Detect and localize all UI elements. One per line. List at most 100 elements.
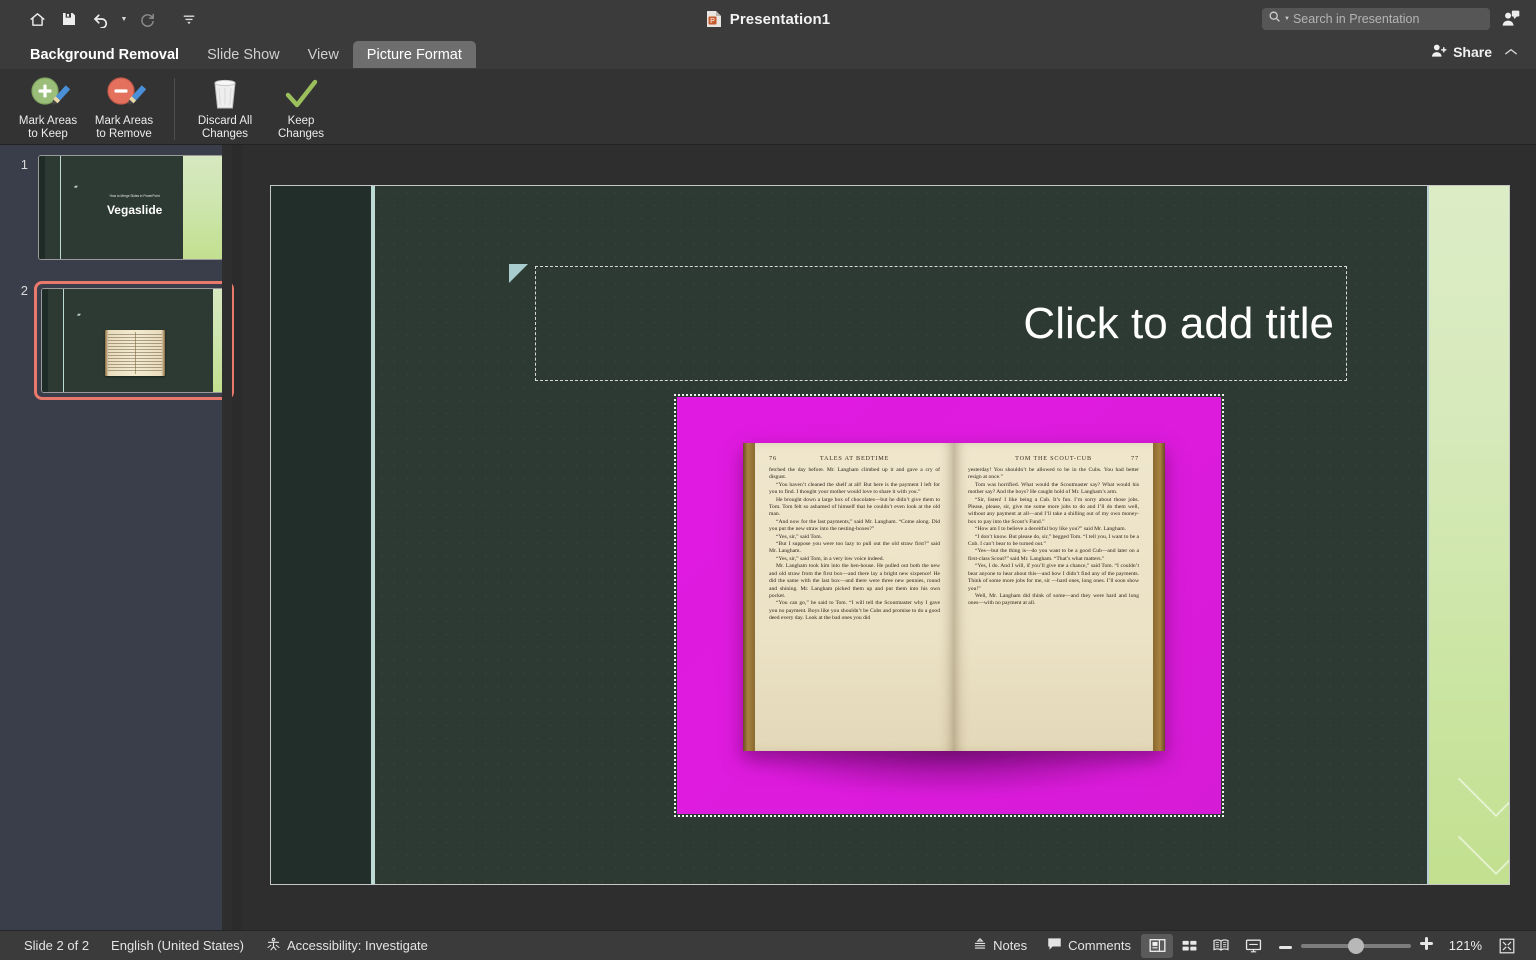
right-page-body: yesterday! You shouldn’t be allowed to b… bbox=[968, 467, 1139, 608]
comment-bubble-icon bbox=[1047, 937, 1062, 954]
slide-accent-line bbox=[371, 186, 375, 884]
status-bar: Slide 2 of 2 English (United States) Acc… bbox=[0, 930, 1536, 960]
notes-icon bbox=[973, 937, 987, 954]
undo-icon[interactable] bbox=[86, 6, 116, 32]
left-page-paragraph: Mr. Langham took him into the hen-house.… bbox=[769, 563, 940, 599]
fit-slide-icon[interactable] bbox=[1492, 934, 1522, 958]
thumbnail-slide-2[interactable]: 2 ▰ bbox=[6, 281, 234, 400]
slide-indicator[interactable]: Slide 2 of 2 bbox=[24, 938, 89, 953]
tab-view[interactable]: View bbox=[294, 41, 353, 68]
minus-icon[interactable] bbox=[1279, 938, 1292, 954]
mark-remove-minus-icon bbox=[102, 76, 146, 112]
accessibility-icon bbox=[266, 937, 281, 955]
thumbnail-image-1[interactable]: ▰ How to Merge Slides in PowerPoint Vega… bbox=[38, 155, 224, 260]
search-dropdown-caret-icon[interactable]: ▼ bbox=[1284, 16, 1290, 22]
thumbnail-selection-outline: ▰ bbox=[34, 281, 234, 400]
undo-dropdown-caret-icon[interactable]: ▼ bbox=[118, 6, 130, 32]
search-input[interactable]: ▼ Search in Presentation bbox=[1262, 8, 1490, 30]
book-illustration: 76 TALES AT BEDTIME fetched the day befo… bbox=[743, 443, 1165, 751]
right-page-paragraph: yesterday! You shouldn’t be allowed to b… bbox=[968, 467, 1139, 481]
titlebar-right-group: ▼ Search in Presentation bbox=[1262, 0, 1522, 38]
checkmark-icon bbox=[281, 76, 321, 112]
mark-remove-label-1: Mark Areas bbox=[94, 115, 154, 127]
thumbnail-number-2: 2 bbox=[20, 283, 28, 298]
normal-view-icon[interactable] bbox=[1141, 933, 1173, 958]
powerpoint-file-icon: P bbox=[706, 10, 722, 28]
left-page-number: 76 bbox=[769, 455, 777, 462]
mark-remove-label-2: to Remove bbox=[96, 127, 152, 140]
customize-toolbar-icon[interactable] bbox=[174, 6, 204, 32]
thumbnail-panel-scrollbar[interactable] bbox=[222, 145, 232, 930]
slide-thumbnail-panel[interactable]: 1 ▰ How to Merge Slides in PowerPoint Ve… bbox=[0, 145, 234, 930]
reading-view-icon[interactable] bbox=[1205, 934, 1237, 958]
keep-changes-button[interactable]: Keep Changes bbox=[263, 72, 339, 140]
slide-stage[interactable]: Click to add title 76 TALES AT BEDTIME f… bbox=[270, 185, 1510, 885]
slideshow-view-icon[interactable] bbox=[1237, 934, 1269, 958]
plus-icon[interactable] bbox=[1420, 937, 1433, 954]
left-page-running-head: TALES AT BEDTIME bbox=[819, 455, 890, 462]
status-right-group: Notes Comments 121% bbox=[963, 933, 1522, 958]
left-page-paragraph: He brought down a large box of chocolate… bbox=[769, 496, 940, 518]
notes-button[interactable]: Notes bbox=[963, 934, 1037, 958]
right-page-paragraph: “Yes, I do. And I will, if you’ll give m… bbox=[968, 563, 1139, 592]
slide-editor-canvas[interactable]: Click to add title 76 TALES AT BEDTIME f… bbox=[242, 145, 1536, 930]
save-icon[interactable] bbox=[54, 6, 84, 32]
book-left-page: 76 TALES AT BEDTIME fetched the day befo… bbox=[755, 443, 954, 751]
right-page-number: 77 bbox=[1131, 455, 1139, 462]
notes-label: Notes bbox=[993, 938, 1028, 953]
slide-right-gradient-band bbox=[1427, 186, 1509, 884]
collaborators-icon[interactable] bbox=[1500, 8, 1522, 30]
svg-text:P: P bbox=[710, 18, 715, 25]
right-page-paragraph: “How am I to believe a deceitful boy lik… bbox=[975, 526, 1126, 533]
open-book-picture[interactable]: 76 TALES AT BEDTIME fetched the day befo… bbox=[674, 394, 1224, 817]
right-page-header: TOM THE SCOUT-CUB 77 bbox=[968, 455, 1139, 462]
keep-changes-label-1: Keep bbox=[287, 115, 315, 127]
chevron-up-icon[interactable] bbox=[1500, 45, 1522, 60]
title-bar: ▼ P Presentation1 ▼ Search in Presentati… bbox=[0, 0, 1536, 38]
zoom-slider-handle[interactable] bbox=[1348, 937, 1364, 954]
slide-sorter-view-icon[interactable] bbox=[1173, 934, 1205, 958]
title-placeholder[interactable]: Click to add title bbox=[535, 266, 1347, 381]
zoom-slider[interactable] bbox=[1301, 937, 1411, 954]
zoom-control[interactable]: 121% bbox=[1269, 937, 1492, 954]
status-left-group: Slide 2 of 2 English (United States) Acc… bbox=[0, 937, 428, 955]
title-placeholder-text: Click to add title bbox=[1023, 298, 1334, 348]
zoom-level[interactable]: 121% bbox=[1442, 938, 1482, 953]
thumbnail-1-subtitle: How to Merge Slides in PowerPoint bbox=[109, 194, 160, 199]
right-page-paragraph: “I don’t know. But please do, sir,” begg… bbox=[968, 533, 1139, 548]
tab-slide-show[interactable]: Slide Show bbox=[193, 41, 294, 68]
mark-areas-to-keep-button[interactable]: Mark Areas to Keep bbox=[10, 72, 86, 140]
person-add-icon bbox=[1431, 43, 1448, 61]
thumbnail-image-2[interactable]: ▰ bbox=[41, 288, 227, 393]
left-page-paragraph: “But I suppose you were too lazy to pull… bbox=[769, 541, 940, 555]
thumbnail-number-1: 1 bbox=[20, 157, 28, 172]
mark-areas-to-remove-button[interactable]: Mark Areas to Remove bbox=[86, 72, 162, 140]
discard-label-2: Changes bbox=[201, 127, 249, 140]
ribbon-toolbar: Mark Areas to Keep Mark Areas to Remove bbox=[0, 69, 1536, 145]
home-icon[interactable] bbox=[22, 6, 52, 32]
ribbon-separator bbox=[174, 78, 175, 140]
book-right-page: TOM THE SCOUT-CUB 77 yesterday! You shou… bbox=[954, 443, 1153, 751]
left-page-paragraph: “You haven’t cleaned the shelf at all! B… bbox=[769, 481, 940, 496]
tab-picture-format[interactable]: Picture Format bbox=[352, 41, 476, 68]
share-button[interactable]: Share bbox=[1431, 43, 1492, 61]
left-page-paragraph: fetched the day before. Mr. Langham clim… bbox=[769, 467, 940, 481]
quick-access-toolbar: ▼ bbox=[0, 6, 204, 32]
discard-all-changes-button[interactable]: Discard All Changes bbox=[187, 72, 263, 140]
mark-keep-label-1: Mark Areas bbox=[18, 115, 78, 127]
ribbon-tab-bar: Background Removal Slide Show View Pictu… bbox=[0, 38, 1536, 69]
powerpoint-window: ▼ P Presentation1 ▼ Search in Presentati… bbox=[0, 0, 1536, 960]
thumbnail-slide-1[interactable]: 1 ▰ How to Merge Slides in PowerPoint Ve… bbox=[6, 155, 224, 260]
search-icon bbox=[1268, 10, 1281, 28]
share-label: Share bbox=[1453, 44, 1492, 60]
comments-button[interactable]: Comments bbox=[1037, 934, 1141, 958]
accessibility-status[interactable]: Accessibility: Investigate bbox=[266, 937, 428, 955]
tab-background-removal[interactable]: Background Removal bbox=[16, 41, 193, 68]
book-right-edge bbox=[1153, 443, 1165, 751]
accessibility-label: Accessibility: Investigate bbox=[287, 938, 428, 953]
keep-changes-label-2: Changes bbox=[277, 127, 325, 140]
book-left-edge bbox=[743, 443, 755, 751]
language-indicator[interactable]: English (United States) bbox=[111, 938, 244, 953]
redo-icon[interactable] bbox=[132, 6, 162, 32]
right-page-paragraph: Well, Mr. Langham did think of some—and … bbox=[968, 592, 1139, 607]
